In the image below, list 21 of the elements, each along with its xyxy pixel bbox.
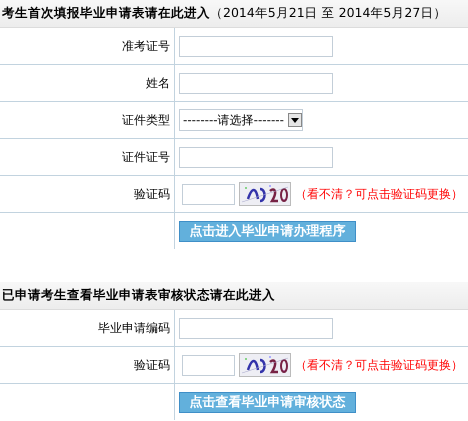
select-dropdown[interactable]: --------请选择------- <box>179 109 303 131</box>
field-label: 验证码 <box>134 186 170 202</box>
field-label: 准考证号 <box>122 38 170 54</box>
input-field[interactable] <box>179 146 333 168</box>
input-field[interactable] <box>179 318 333 338</box>
field-label: 毕业申请编码 <box>98 320 170 336</box>
section-title: 已申请考生查看毕业申请表审核状态请在此进入 <box>0 282 468 310</box>
hint-text[interactable]: （看不清？可点击验证码更换） <box>295 186 463 202</box>
hint-text[interactable]: （看不清？可点击验证码更换） <box>295 356 463 374</box>
captcha-field[interactable] <box>182 354 235 376</box>
section-title: 考生首次填报毕业申请表请在此进入（2014年5月21日 至 2014年5月27日） <box>0 0 468 28</box>
captcha-field[interactable] <box>182 184 235 204</box>
field-label: 证件证号 <box>122 148 170 166</box>
field-label: 证件类型 <box>122 112 170 128</box>
field-label: 姓名 <box>146 74 170 92</box>
input-field[interactable] <box>179 72 333 94</box>
field-label: 验证码 <box>134 356 170 374</box>
submit-button[interactable]: 点击进入毕业申请办理程序 <box>179 220 356 242</box>
input-field[interactable] <box>179 36 333 56</box>
caret-icon <box>288 113 302 127</box>
submit-button[interactable]: 点击查看毕业申请审核状态 <box>179 392 356 412</box>
